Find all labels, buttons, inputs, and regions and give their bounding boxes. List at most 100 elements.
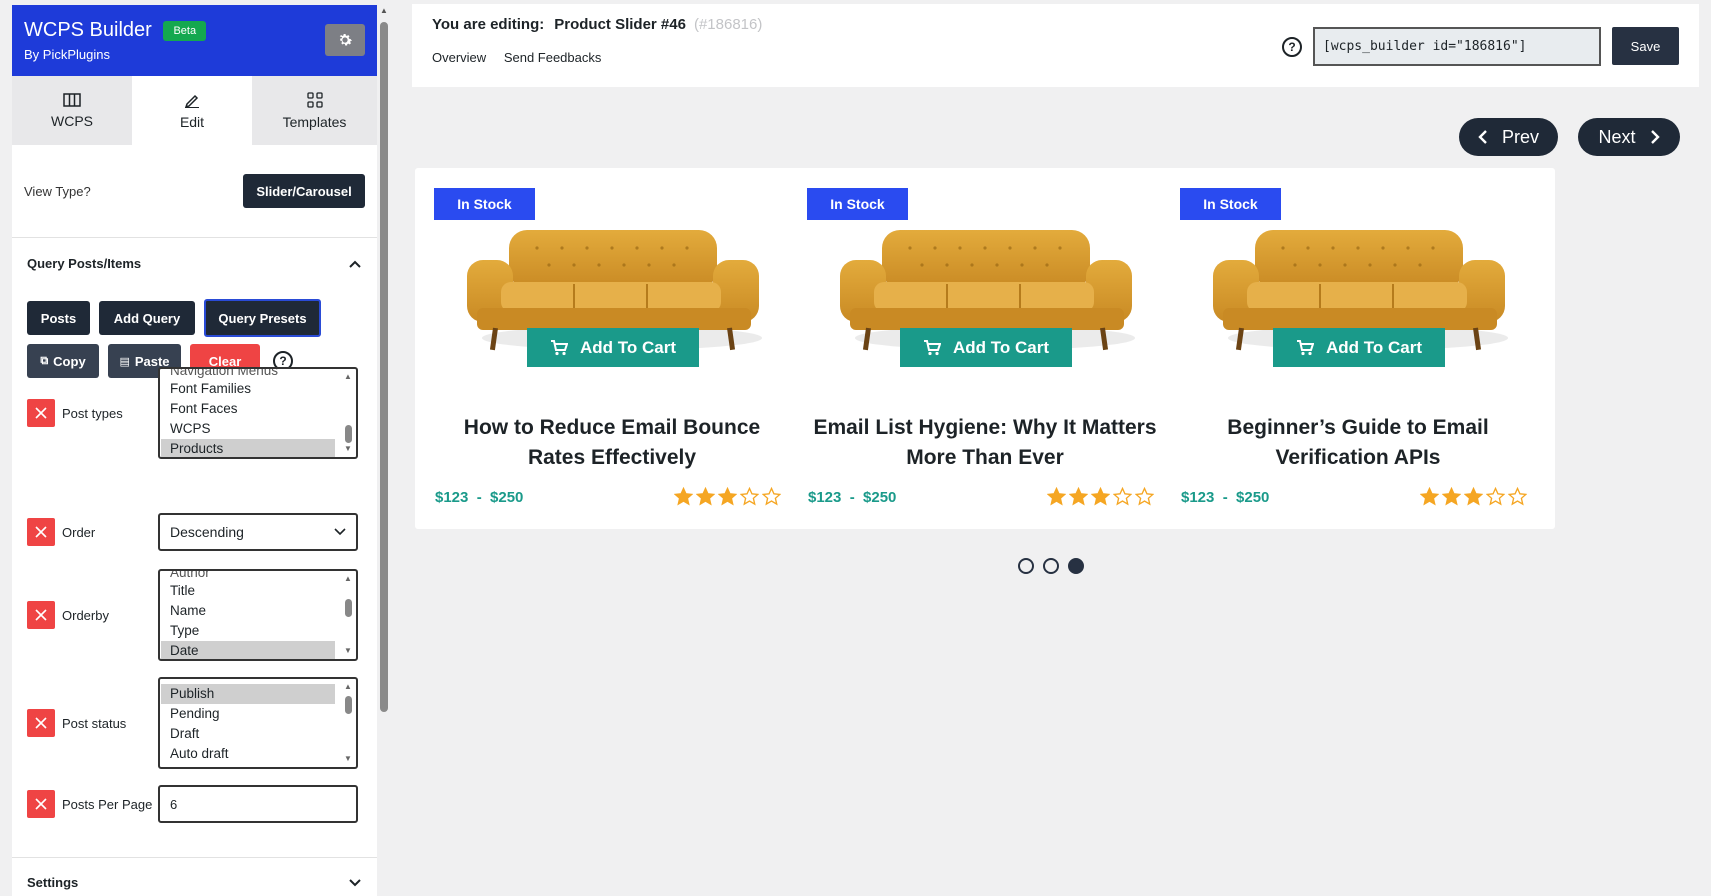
listbox-scrollbar[interactable]: ▲ ▼ bbox=[342, 371, 354, 455]
list-item[interactable]: Font Families bbox=[161, 379, 335, 399]
star-filled-icon bbox=[1047, 487, 1066, 506]
pagination-dot[interactable] bbox=[1068, 558, 1084, 574]
help-icon[interactable]: ? bbox=[1282, 37, 1302, 57]
pagination-dot[interactable] bbox=[1043, 558, 1059, 574]
close-icon bbox=[35, 717, 47, 729]
slider-id: (#186816) bbox=[693, 16, 763, 33]
product-price: $123 - $250 bbox=[1181, 489, 1270, 506]
tab-templates[interactable]: Templates bbox=[252, 76, 377, 145]
pencil-icon bbox=[184, 94, 199, 108]
scroll-up-icon[interactable]: ▲ bbox=[380, 6, 388, 15]
star-filled-icon bbox=[1091, 487, 1110, 506]
scroll-down-icon[interactable]: ▼ bbox=[342, 753, 354, 765]
cart-icon bbox=[550, 339, 568, 355]
star-filled-icon bbox=[696, 487, 715, 506]
columns-icon bbox=[63, 92, 81, 107]
list-item-selected[interactable]: Products bbox=[161, 439, 335, 457]
add-to-cart-label: Add To Cart bbox=[1325, 337, 1422, 357]
scroll-up-icon[interactable]: ▲ bbox=[342, 371, 354, 383]
add-to-cart-button[interactable]: Add To Cart bbox=[1273, 328, 1445, 367]
order-label: Order bbox=[62, 524, 96, 540]
product-card[interactable]: In Stock Add To Cart How to Reduce Email B… bbox=[415, 168, 809, 529]
prev-label: Prev bbox=[1501, 126, 1539, 147]
add-to-cart-label: Add To Cart bbox=[952, 337, 1049, 357]
listbox-scrollbar[interactable]: ▲ ▼ bbox=[342, 573, 354, 657]
save-button[interactable]: Save bbox=[1612, 27, 1679, 65]
sidebar-scrollbar[interactable]: ▲ bbox=[377, 0, 391, 896]
chevron-up-icon bbox=[349, 260, 361, 268]
list-item[interactable]: Name bbox=[161, 601, 335, 621]
query-button-row: Posts Add Query Query Presets bbox=[12, 299, 377, 337]
product-card[interactable]: In Stock Add To Cart Email List Hygiene: W… bbox=[788, 168, 1182, 529]
list-item[interactable]: Draft bbox=[161, 724, 335, 744]
product-title[interactable]: Email List Hygiene: Why It Matters More … bbox=[808, 413, 1162, 473]
query-accordion-header[interactable]: Query Posts/Items bbox=[12, 238, 377, 289]
add-to-cart-button[interactable]: Add To Cart bbox=[527, 328, 699, 367]
posts-per-page-input[interactable]: 6 bbox=[158, 785, 358, 823]
posts-button[interactable]: Posts bbox=[27, 301, 90, 335]
copy-icon: ⧉ bbox=[40, 354, 49, 367]
send-feedbacks-link[interactable]: Send Feedbacks bbox=[504, 50, 602, 65]
list-item[interactable]: Navigation Menus bbox=[161, 369, 335, 379]
add-query-button[interactable]: Add Query bbox=[99, 301, 195, 335]
settings-gear-button[interactable] bbox=[325, 24, 365, 56]
chevron-right-icon bbox=[1650, 130, 1660, 144]
grid-icon bbox=[306, 91, 323, 108]
tab-edit[interactable]: Edit bbox=[132, 76, 252, 145]
chevron-down-icon bbox=[349, 878, 361, 886]
product-card[interactable]: In Stock Add To Cart Beginner’s Guide to E… bbox=[1161, 168, 1555, 529]
star-rating bbox=[1420, 487, 1527, 506]
scroll-thumb[interactable] bbox=[345, 696, 352, 714]
slider-name: Product Slider #46 bbox=[554, 16, 686, 33]
post-status-listbox[interactable]: Publish Pending Draft Auto draft ▲ ▼ bbox=[158, 677, 358, 769]
list-item[interactable]: Font Faces bbox=[161, 399, 335, 419]
remove-order-button[interactable] bbox=[27, 518, 55, 546]
stock-badge: In Stock bbox=[1180, 188, 1281, 220]
settings-accordion-header[interactable]: Settings bbox=[12, 857, 377, 896]
orderby-listbox[interactable]: Author Title Name Type Date ▲ ▼ bbox=[158, 569, 358, 661]
clipboard-icon: ▤ bbox=[119, 355, 130, 368]
scroll-down-icon[interactable]: ▼ bbox=[342, 443, 354, 455]
gear-icon bbox=[339, 34, 353, 46]
chevron-down-icon bbox=[334, 528, 346, 536]
view-type-button[interactable]: Slider/Carousel bbox=[243, 174, 365, 208]
tab-wcps[interactable]: WCPS bbox=[12, 76, 132, 145]
overview-link[interactable]: Overview bbox=[432, 50, 486, 65]
view-type-row: View Type? Slider/Carousel bbox=[12, 145, 377, 238]
list-item[interactable]: WCPS bbox=[161, 419, 335, 439]
prev-button[interactable]: Prev bbox=[1459, 118, 1558, 156]
list-item[interactable]: Pending bbox=[161, 704, 335, 724]
scroll-thumb[interactable] bbox=[345, 425, 352, 443]
star-filled-icon bbox=[1464, 487, 1483, 506]
cart-icon bbox=[923, 339, 941, 355]
list-item[interactable]: Author bbox=[161, 571, 335, 581]
remove-posts-per-page-button[interactable] bbox=[27, 790, 55, 818]
list-item[interactable]: Type bbox=[161, 621, 335, 641]
query-presets-button[interactable]: Query Presets bbox=[204, 299, 321, 337]
product-title[interactable]: How to Reduce Email Bounce Rates Effecti… bbox=[435, 413, 789, 473]
query-heading: Query Posts/Items bbox=[27, 256, 142, 271]
star-empty-icon bbox=[1113, 487, 1132, 506]
order-select[interactable]: Descending bbox=[158, 513, 358, 551]
remove-orderby-button[interactable] bbox=[27, 601, 55, 629]
shortcode-field[interactable]: [wcps_builder id="186816"] bbox=[1313, 27, 1601, 66]
add-to-cart-button[interactable]: Add To Cart bbox=[900, 328, 1072, 367]
list-item[interactable]: Title bbox=[161, 581, 335, 601]
remove-post-status-button[interactable] bbox=[27, 709, 55, 737]
list-item-selected[interactable]: Publish bbox=[161, 684, 335, 704]
scroll-down-icon[interactable]: ▼ bbox=[342, 645, 354, 657]
next-button[interactable]: Next bbox=[1578, 118, 1680, 156]
scroll-thumb[interactable] bbox=[345, 599, 352, 617]
post-types-listbox[interactable]: Navigation Menus Font Families Font Face… bbox=[158, 367, 358, 459]
scroll-up-icon[interactable]: ▲ bbox=[342, 681, 354, 693]
list-item[interactable]: Auto draft bbox=[161, 744, 335, 764]
product-price: $123 - $250 bbox=[808, 489, 897, 506]
scroll-up-icon[interactable]: ▲ bbox=[342, 573, 354, 585]
remove-post-types-button[interactable] bbox=[27, 399, 55, 427]
top-links: Overview Send Feedbacks bbox=[432, 50, 615, 65]
scroll-thumb[interactable] bbox=[380, 22, 388, 712]
listbox-scrollbar[interactable]: ▲ ▼ bbox=[342, 681, 354, 765]
pagination-dot[interactable] bbox=[1018, 558, 1034, 574]
list-item-selected[interactable]: Date bbox=[161, 641, 335, 659]
product-title[interactable]: Beginner’s Guide to Email Verification A… bbox=[1181, 413, 1535, 473]
